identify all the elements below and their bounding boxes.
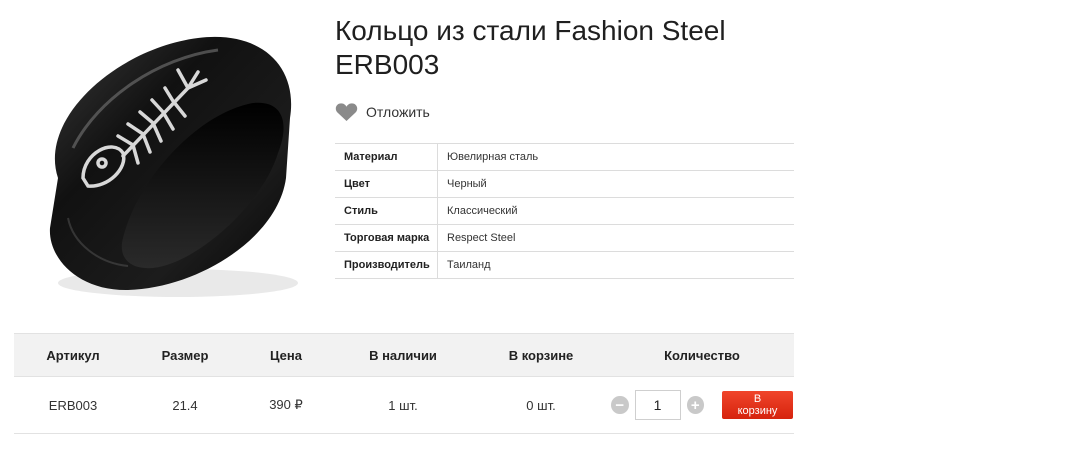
wishlist-button[interactable]: Отложить [335,102,430,122]
spec-row: Производитель Таиланд [335,251,794,279]
header-price: Цена [238,333,334,377]
header-size: Размер [132,333,238,377]
spec-key: Стиль [335,197,438,225]
offer-price: 390 ₽ [238,376,334,434]
spec-value: Классический [437,197,794,225]
offer-in-cart: 0 шт. [472,376,610,434]
header-in-cart: В корзине [472,333,610,377]
header-sku: Артикул [14,333,132,377]
wishlist-label: Отложить [366,104,430,120]
product-title: Кольцо из стали Fashion Steel ERB003 [335,14,895,82]
spec-value: Ювелирная сталь [437,143,794,171]
quantity-stepper: − + В корзину [611,390,793,420]
spec-key: Производитель [335,251,438,279]
plus-circle-icon[interactable]: + [686,396,705,414]
header-stock: В наличии [334,333,472,377]
spec-key: Торговая марка [335,224,438,252]
minus-circle-icon[interactable]: − [611,396,629,414]
spec-value: Respect Steel [437,224,794,252]
spec-row: Стиль Классический [335,197,794,225]
heart-icon [335,103,358,122]
offers-table: Артикул Размер Цена В наличии В корзине … [14,333,794,434]
spec-row: Материал Ювелирная сталь [335,143,794,171]
spec-row: Торговая марка Respect Steel [335,224,794,252]
header-quantity: Количество [610,333,794,377]
quantity-cell: − + В корзину [610,376,794,434]
add-to-cart-button[interactable]: В корзину [722,391,793,419]
product-image [49,36,298,297]
offers-header-row: Артикул Размер Цена В наличии В корзине … [14,333,794,377]
spec-row: Цвет Черный [335,170,794,198]
offer-sku: ERB003 [14,376,132,434]
spec-key: Цвет [335,170,438,198]
quantity-input[interactable] [634,390,681,420]
offer-row: ERB003 21.4 390 ₽ 1 шт. 0 шт. − + В корз… [14,376,794,434]
spec-value: Черный [437,170,794,198]
offer-stock: 1 шт. [334,376,472,434]
offer-size: 21.4 [132,376,238,434]
specs-table: Материал Ювелирная сталь Цвет Черный Сти… [335,143,794,279]
spec-key: Материал [335,143,438,171]
spec-value: Таиланд [437,251,794,279]
title-line-2: ERB003 [335,49,440,80]
title-line-1: Кольцо из стали Fashion Steel [335,15,726,46]
